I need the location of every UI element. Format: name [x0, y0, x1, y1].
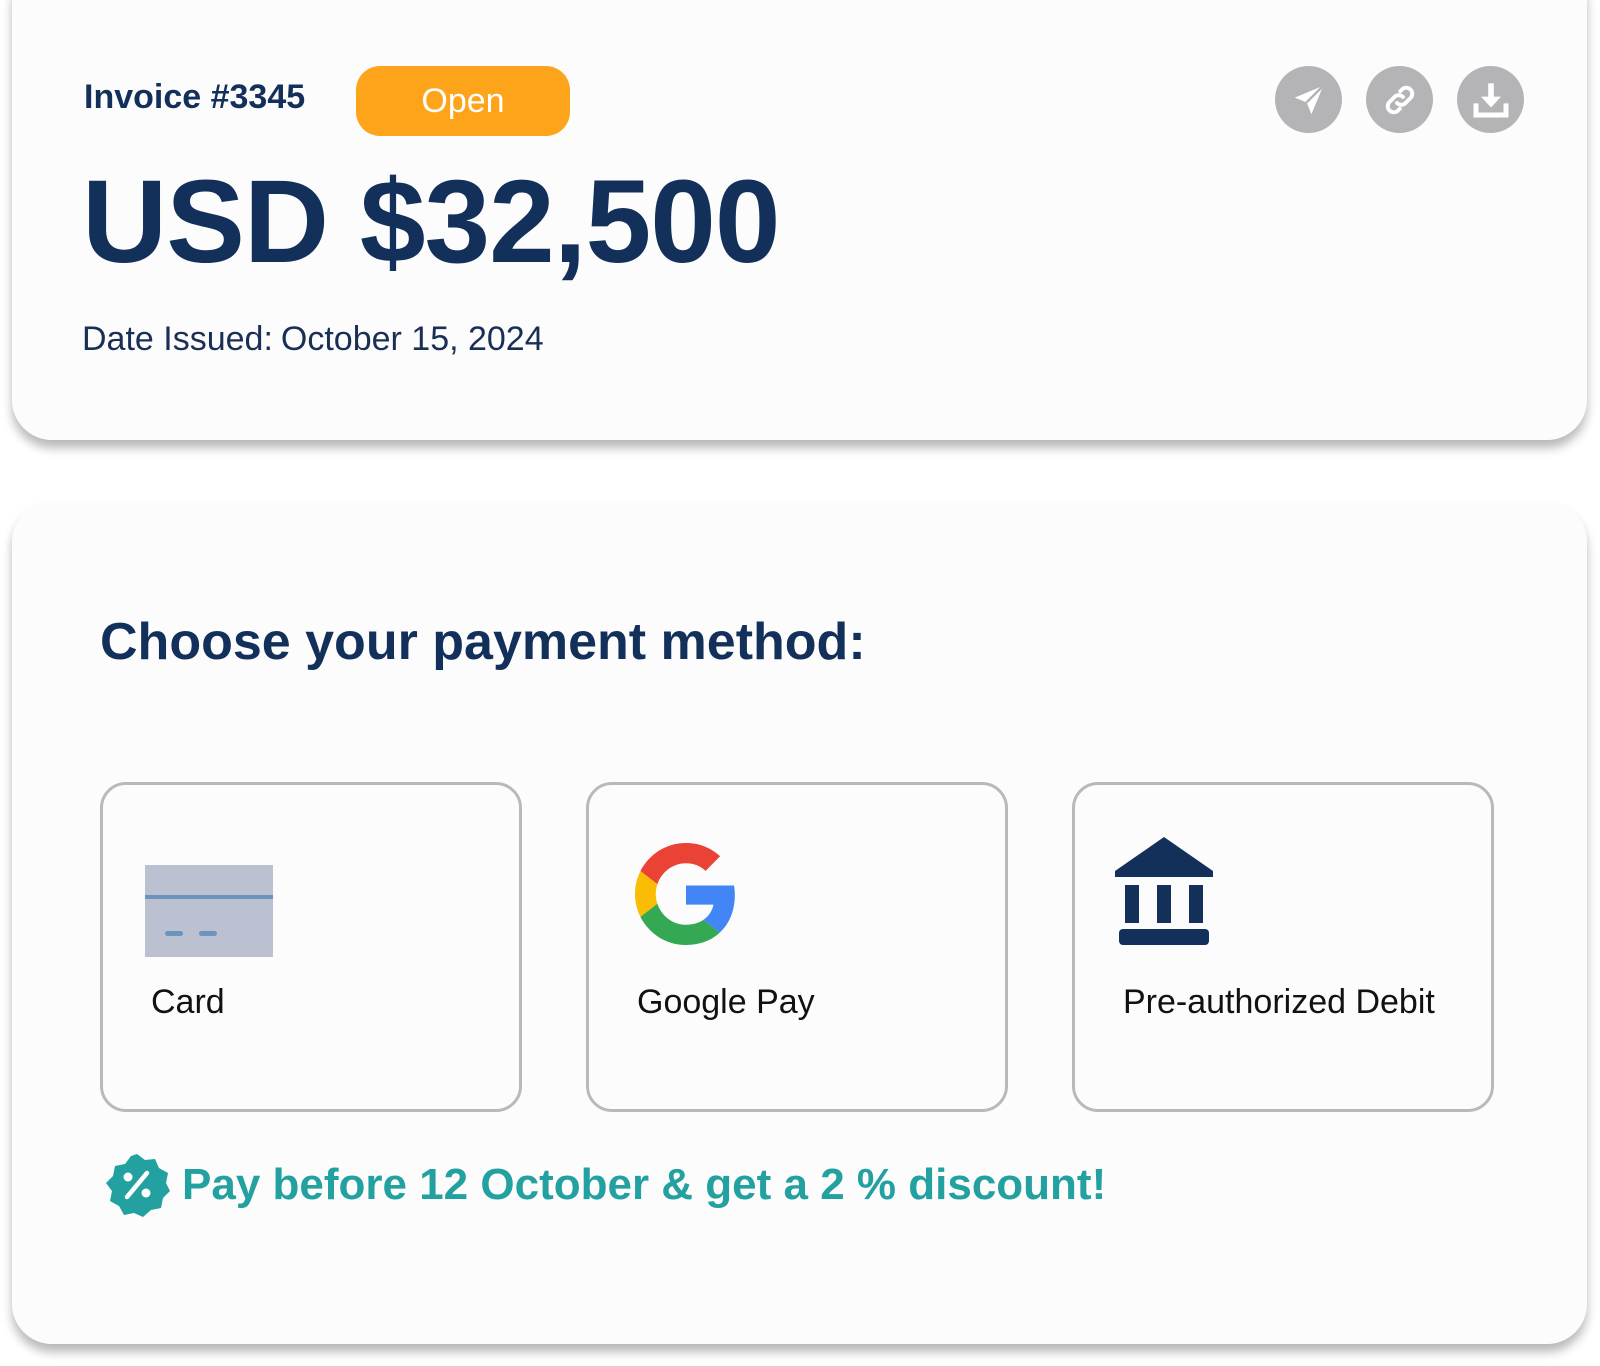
payment-method-label: Card — [151, 983, 225, 1021]
invoice-amount: USD $32,500 — [82, 156, 780, 288]
download-button[interactable] — [1457, 66, 1524, 133]
date-issued-value: October 15, 2024 — [280, 320, 544, 358]
credit-card-icon — [145, 865, 273, 957]
invoice-number: Invoice #3345 — [84, 78, 306, 116]
payment-method-card[interactable]: Card — [100, 782, 522, 1112]
link-icon — [1385, 85, 1414, 114]
discount-badge-icon — [106, 1154, 170, 1217]
invoice-card: Invoice #3345 Open USD $32,500 Date Issu… — [12, 0, 1587, 440]
date-issued-label: Date Issued: — [82, 320, 273, 358]
payment-section-title: Choose your payment method: — [100, 613, 866, 671]
payment-method-label: Pre-authorized Debit — [1123, 983, 1435, 1021]
payment-method-label: Google Pay — [637, 983, 815, 1021]
send-icon — [1294, 84, 1324, 114]
payment-method-pre-authorized-debit[interactable]: Pre-authorized Debit — [1072, 782, 1494, 1112]
payment-card: Choose your payment method: Card Google … — [12, 502, 1587, 1344]
discount-promo-text: Pay before 12 October & get a 2 % discou… — [182, 1160, 1107, 1209]
copy-link-button[interactable] — [1366, 66, 1433, 133]
payment-method-google-pay[interactable]: Google Pay — [586, 782, 1008, 1112]
discount-promo: Pay before 12 October & get a 2 % discou… — [104, 1152, 1106, 1218]
date-issued: Date Issued: October 15, 2024 — [82, 320, 544, 359]
send-invoice-button[interactable] — [1275, 66, 1342, 133]
google-g-icon — [635, 843, 735, 945]
download-icon — [1473, 82, 1508, 117]
bank-icon — [1115, 837, 1213, 945]
status-badge: Open — [356, 66, 570, 136]
